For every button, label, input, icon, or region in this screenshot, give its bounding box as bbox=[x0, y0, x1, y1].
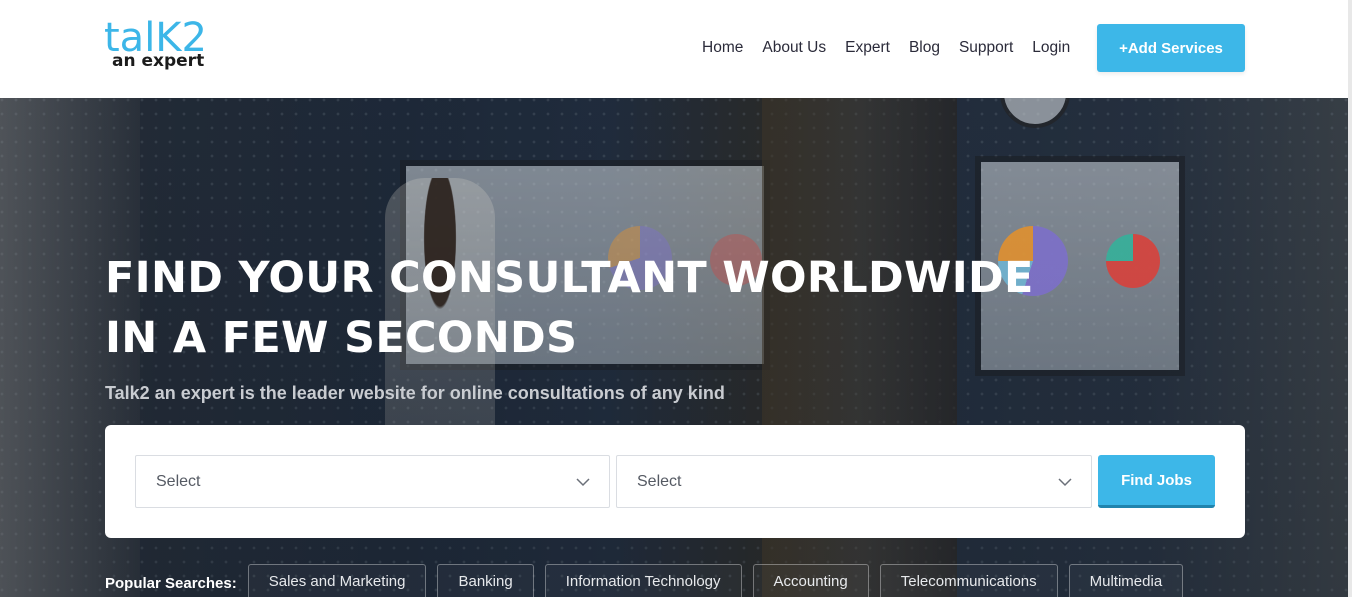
location-select-value: Select bbox=[637, 473, 682, 490]
nav-about-us[interactable]: About Us bbox=[762, 38, 826, 58]
logo-tagline: an expert bbox=[112, 51, 205, 71]
category-select[interactable]: Select bbox=[135, 455, 610, 508]
hero-section: FIND YOUR CONSULTANT WORLDWIDE IN A FEW … bbox=[0, 98, 1352, 597]
add-services-button[interactable]: +Add Services bbox=[1097, 24, 1245, 72]
hero-headline: FIND YOUR CONSULTANT WORLDWIDE IN A FEW … bbox=[105, 248, 1034, 368]
location-select[interactable]: Select bbox=[616, 455, 1092, 508]
find-jobs-button[interactable]: Find Jobs bbox=[1098, 455, 1215, 508]
chevron-down-icon bbox=[1058, 478, 1072, 487]
chevron-down-icon bbox=[576, 478, 590, 487]
popular-tag-banking[interactable]: Banking bbox=[437, 564, 534, 597]
category-select-value: Select bbox=[156, 473, 201, 490]
popular-tag-accounting[interactable]: Accounting bbox=[752, 564, 869, 597]
nav-expert[interactable]: Expert bbox=[845, 38, 890, 58]
hero-background-clock bbox=[1000, 98, 1070, 128]
search-panel: Select Select Find Jobs bbox=[105, 425, 1245, 538]
site-header: talK2 an expert Home About Us Expert Blo… bbox=[0, 0, 1352, 98]
nav-login[interactable]: Login bbox=[1032, 38, 1070, 58]
main-nav: Home About Us Expert Blog Support Login bbox=[702, 38, 1089, 58]
popular-tag-telecommunications[interactable]: Telecommunications bbox=[879, 564, 1058, 597]
nav-support[interactable]: Support bbox=[959, 38, 1013, 58]
hero-subline: Talk2 an expert is the leader website fo… bbox=[105, 383, 725, 403]
hero-headline-line1: FIND YOUR CONSULTANT WORLDWIDE bbox=[105, 253, 1034, 303]
popular-tag-information-technology[interactable]: Information Technology bbox=[544, 564, 742, 597]
logo[interactable]: talK2 an expert bbox=[104, 18, 214, 74]
popular-searches-label: Popular Searches: bbox=[105, 574, 237, 592]
popular-tag-multimedia[interactable]: Multimedia bbox=[1068, 564, 1184, 597]
popular-searches: Popular Searches: Sales and Marketing Ba… bbox=[105, 564, 1194, 597]
popular-tag-sales-and-marketing[interactable]: Sales and Marketing bbox=[247, 564, 427, 597]
hero-background-pie bbox=[1106, 234, 1160, 288]
page-scrollbar[interactable] bbox=[1348, 0, 1352, 597]
nav-blog[interactable]: Blog bbox=[909, 38, 940, 58]
nav-home[interactable]: Home bbox=[702, 38, 743, 58]
hero-headline-line2: IN A FEW SECONDS bbox=[105, 313, 578, 363]
